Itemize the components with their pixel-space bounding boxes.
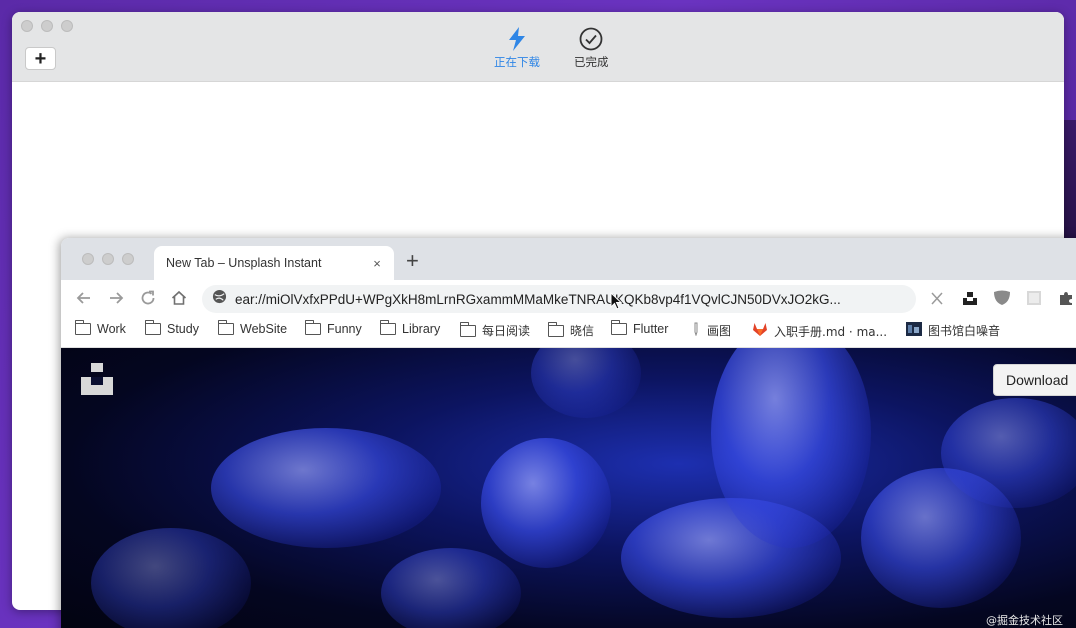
bookmarks-bar: Work Study WebSite Funny Library 每日阅读 晓信: [61, 316, 1076, 348]
folder-icon: [144, 320, 161, 335]
back-arrow-icon[interactable]: [75, 289, 93, 312]
add-download-button[interactable]: +: [25, 47, 56, 70]
browser-minimize-button[interactable]: [102, 253, 114, 265]
bookmark-label: Funny: [327, 322, 362, 336]
browser-tabstrip: New Tab – Unsplash Instant × +: [61, 238, 1076, 280]
address-bar[interactable]: ear://miOlVxfxPPdU+WPgXkH8mLrnRGxammMMaM…: [202, 285, 916, 313]
folder-icon: [379, 320, 396, 335]
jellyfish-shape: [481, 438, 611, 568]
bookmark-xiaoxin[interactable]: 晓信: [547, 321, 595, 339]
puzzle-extension-icon[interactable]: [1058, 290, 1074, 311]
new-tab-button[interactable]: +: [406, 250, 419, 272]
jellyfish-shape: [91, 528, 251, 628]
mouse-cursor-icon: [610, 291, 623, 315]
bookmark-label: 图书馆白噪音: [928, 324, 1001, 338]
jellyfish-shape: [211, 428, 441, 548]
unsplash-logo[interactable]: [81, 363, 113, 400]
site-info-icon[interactable]: [212, 289, 227, 309]
bookmark-study[interactable]: Study: [144, 320, 199, 336]
folder-icon: [74, 320, 91, 335]
bookmark-label: Flutter: [633, 322, 669, 336]
close-window-button[interactable]: [21, 20, 33, 32]
folder-icon: [459, 321, 476, 337]
bookmark-funny[interactable]: Funny: [304, 320, 362, 336]
noise-thumbnail-icon: [906, 322, 922, 339]
bookmark-library-noise[interactable]: 图书馆白噪音: [906, 322, 1000, 339]
zoom-window-button[interactable]: [61, 20, 73, 32]
bookmark-label: 画图: [707, 324, 732, 338]
bookmark-label: Work: [97, 322, 126, 336]
grid-extension-icon[interactable]: [1026, 290, 1042, 311]
folder-icon: [304, 320, 321, 335]
unsplash-extension-icon[interactable]: [962, 290, 978, 311]
tab-completed[interactable]: 已完成: [574, 25, 609, 70]
browser-toolbar: ear://miOlVxfxPPdU+WPgXkH8mLrnRGxammMMaM…: [61, 280, 1076, 316]
tab-completed-label: 已完成: [574, 55, 609, 69]
window-controls: [21, 20, 73, 32]
address-text: ear://miOlVxfxPPdU+WPgXkH8mLrnRGxammMMaM…: [235, 291, 841, 307]
home-icon[interactable]: [170, 289, 188, 312]
checkmark-circle-icon: [579, 25, 603, 51]
bookmark-library[interactable]: Library: [379, 320, 441, 336]
bookmark-daily-reading[interactable]: 每日阅读: [459, 321, 531, 339]
bookmark-label: 入职手册.md · ma...: [774, 324, 888, 339]
jellyfish-shape: [531, 348, 641, 418]
bookmark-label: 晓信: [570, 324, 595, 338]
browser-zoom-button[interactable]: [122, 253, 134, 265]
forward-arrow-icon[interactable]: [107, 289, 125, 312]
bookmark-drawing[interactable]: 画图: [691, 322, 731, 339]
minimize-window-button[interactable]: [41, 20, 53, 32]
watermark: @掘金技术社区: [986, 614, 1063, 627]
shield-extension-icon[interactable]: [993, 290, 1011, 311]
bookmark-flutter[interactable]: Flutter: [610, 320, 669, 336]
reload-icon[interactable]: [139, 289, 157, 312]
tab-downloading[interactable]: 正在下载: [494, 25, 540, 70]
tab-downloading-label: 正在下载: [494, 55, 540, 69]
bookmark-label: 每日阅读: [482, 324, 531, 338]
browser-tab-title: New Tab – Unsplash Instant: [166, 256, 322, 270]
bookmark-work[interactable]: Work: [74, 320, 126, 336]
scissors-extension-icon[interactable]: [929, 290, 945, 311]
pencil-icon: [691, 322, 701, 339]
close-tab-icon[interactable]: ×: [370, 256, 384, 271]
browser-tab-active[interactable]: New Tab – Unsplash Instant ×: [154, 246, 394, 280]
bookmark-label: Study: [167, 322, 199, 336]
folder-icon: [217, 320, 234, 335]
gitlab-icon: [752, 322, 768, 340]
bookmark-label: WebSite: [240, 322, 288, 336]
unsplash-photo-page: Download @掘金技术社区: [61, 348, 1076, 628]
downloader-titlebar: + 正在下载 已完成: [12, 12, 1064, 82]
bookmark-website[interactable]: WebSite: [217, 320, 288, 336]
bookmark-onboarding[interactable]: 入职手册.md · ma...: [752, 322, 887, 340]
jellyfish-shape: [381, 548, 521, 628]
folder-icon: [610, 320, 627, 335]
lightning-icon: [507, 25, 527, 51]
browser-window: New Tab – Unsplash Instant × + ear://miO…: [61, 238, 1076, 628]
download-button[interactable]: Download: [993, 364, 1076, 396]
browser-window-controls: [82, 253, 134, 265]
folder-icon: [547, 321, 564, 337]
bookmark-label: Library: [402, 322, 441, 336]
browser-close-button[interactable]: [82, 253, 94, 265]
